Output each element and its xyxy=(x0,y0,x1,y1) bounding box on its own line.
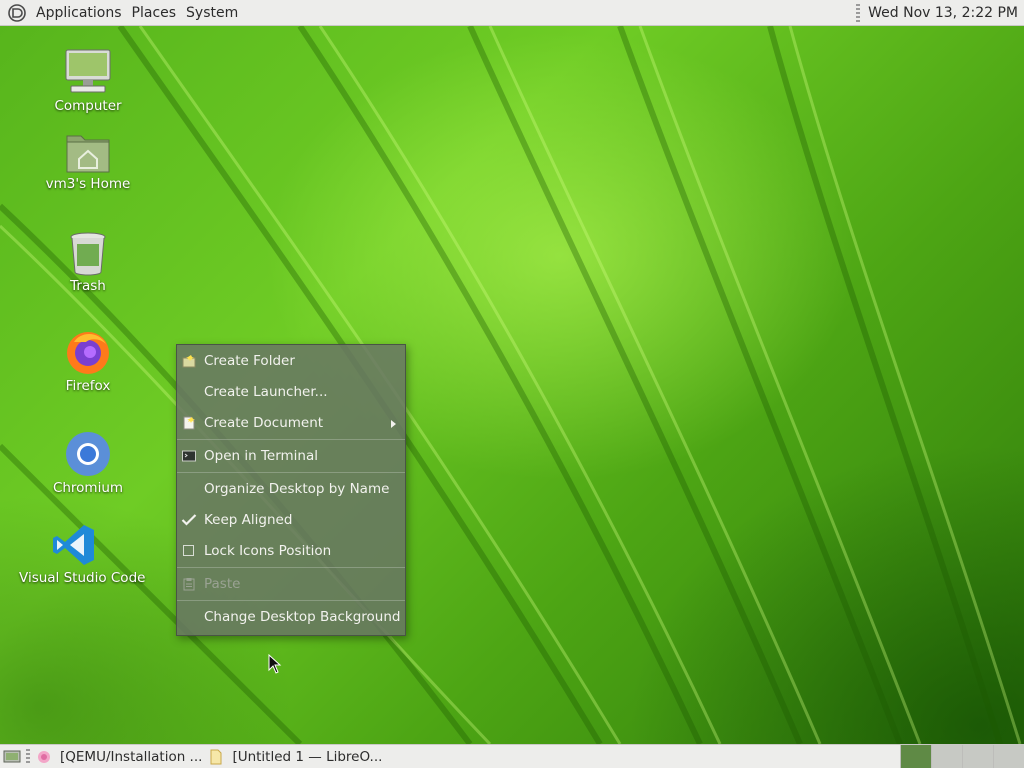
menu-separator xyxy=(177,472,405,473)
checkbox-icon xyxy=(183,545,194,556)
show-desktop-icon[interactable] xyxy=(2,748,22,766)
menu-separator xyxy=(177,439,405,440)
terminal-icon xyxy=(182,450,196,462)
menu-item-label: Keep Aligned xyxy=(204,512,293,528)
menu-item-create-document[interactable]: Create Document xyxy=(177,408,405,439)
desktop-icon-label: Firefox xyxy=(65,378,111,394)
menu-item-label: Change Desktop Background xyxy=(204,609,401,625)
firefox-icon xyxy=(67,332,109,374)
workspace-4[interactable] xyxy=(993,745,1024,768)
desktop-icon-vscode[interactable]: Visual Studio Code xyxy=(19,522,146,586)
workspace-1[interactable] xyxy=(900,745,931,768)
mate-logo-icon[interactable] xyxy=(7,3,27,23)
taskbar-label: [Untitled 1 — LibreO... xyxy=(232,748,383,765)
trash-icon xyxy=(70,232,106,276)
desktop-icon-firefox[interactable]: Firefox xyxy=(33,328,143,394)
workspace-3[interactable] xyxy=(962,745,993,768)
libreoffice-icon xyxy=(210,749,222,764)
desktop-context-menu: Create Folder Create Launcher... Create … xyxy=(176,344,406,636)
workspace-2[interactable] xyxy=(931,745,962,768)
desktop-icon-label: Trash xyxy=(70,278,106,294)
menu-item-lock-icons[interactable]: Lock Icons Position xyxy=(177,536,405,567)
computer-icon xyxy=(65,49,111,93)
menu-item-change-background[interactable]: Change Desktop Background xyxy=(177,602,405,633)
panel-handle[interactable] xyxy=(26,748,30,765)
menu-item-label: Organize Desktop by Name xyxy=(204,481,390,497)
desktop-icon-label: Computer xyxy=(54,98,122,114)
menu-item-label: Create Document xyxy=(204,415,324,431)
menu-item-open-terminal[interactable]: Open in Terminal xyxy=(177,441,405,472)
menu-separator xyxy=(177,567,405,568)
taskbar-button-libreoffice[interactable]: [Untitled 1 — LibreO... xyxy=(208,746,388,768)
qemu-icon xyxy=(38,750,50,763)
menu-item-label: Create Launcher... xyxy=(204,384,328,400)
desktop-wallpaper[interactable] xyxy=(0,26,1024,744)
clock[interactable]: Wed Nov 13, 2:22 PM xyxy=(868,5,1024,21)
new-folder-icon xyxy=(182,355,196,368)
checkmark-icon xyxy=(181,514,197,526)
desktop-icon-computer[interactable]: Computer xyxy=(33,48,143,114)
panel-handle[interactable] xyxy=(856,3,861,22)
chromium-icon xyxy=(66,432,110,476)
menu-separator xyxy=(177,600,405,601)
desktop-icon-home[interactable]: vm3's Home xyxy=(33,130,143,192)
bottom-panel: [QEMU/Installation ... [Untitled 1 — Lib… xyxy=(0,744,1024,768)
desktop-icon-chromium[interactable]: Chromium xyxy=(33,430,143,496)
top-panel: Applications Places System Wed Nov 13, 2… xyxy=(0,0,1024,26)
menu-item-label: Create Folder xyxy=(204,353,295,369)
menu-item-organize-by-name[interactable]: Organize Desktop by Name xyxy=(177,474,405,505)
places-menu[interactable]: Places xyxy=(127,0,182,26)
submenu-arrow-icon xyxy=(391,420,396,428)
menu-item-label: Open in Terminal xyxy=(204,448,318,464)
menu-item-create-folder[interactable]: Create Folder xyxy=(177,346,405,377)
vscode-icon xyxy=(53,525,94,565)
paste-icon xyxy=(183,578,195,591)
system-menu[interactable]: System xyxy=(181,0,243,26)
menu-item-label: Paste xyxy=(204,576,241,592)
workspace-switcher xyxy=(900,745,1024,768)
menu-item-keep-aligned[interactable]: Keep Aligned xyxy=(177,505,405,536)
new-document-icon xyxy=(183,416,195,430)
applications-menu[interactable]: Applications xyxy=(31,0,127,26)
mouse-cursor-icon xyxy=(268,654,282,674)
wallpaper-leaf-veins xyxy=(0,26,1022,744)
home-folder-icon xyxy=(66,135,110,173)
desktop-icon-label: Chromium xyxy=(52,480,124,496)
menu-item-create-launcher[interactable]: Create Launcher... xyxy=(177,377,405,408)
desktop-icon-label: vm3's Home xyxy=(45,176,131,192)
menu-item-paste: Paste xyxy=(177,569,405,600)
desktop-icon-trash[interactable]: Trash xyxy=(33,230,143,294)
desktop-icon-label: Visual Studio Code xyxy=(19,570,146,586)
taskbar-label: [QEMU/Installation ... xyxy=(60,748,203,765)
taskbar-button-qemu[interactable]: [QEMU/Installation ... xyxy=(36,746,208,768)
menu-item-label: Lock Icons Position xyxy=(204,543,332,559)
